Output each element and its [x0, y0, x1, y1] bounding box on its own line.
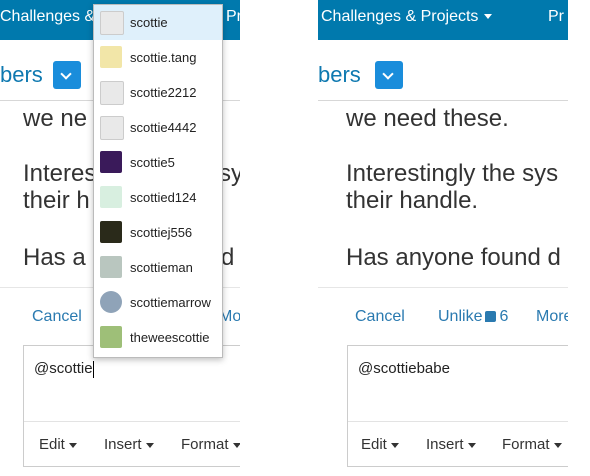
nav-challenges[interactable]: Challenges & Projects	[321, 0, 493, 40]
insert-menu-label: Insert	[426, 436, 464, 453]
chevron-down-icon	[60, 68, 72, 80]
caret-down-icon	[553, 442, 562, 448]
cancel-link[interactable]: Cancel	[355, 308, 405, 326]
right-panel: Challenges & Projects Pr bers we need th…	[318, 0, 568, 476]
post-line-4: Has anyone found d	[346, 244, 561, 271]
left-panel: Challenges & Pr bers we ne Interes sy the…	[0, 0, 240, 476]
edit-menu[interactable]: Edit	[361, 436, 399, 453]
insert-menu-label: Insert	[104, 436, 142, 453]
header-dropdown-button[interactable]	[53, 61, 81, 89]
mention-name: scottie.tang	[130, 50, 197, 65]
caret-down-icon	[145, 442, 154, 448]
mention-item[interactable]: theweescottie	[94, 320, 222, 355]
mention-item[interactable]: scottied124	[94, 180, 222, 215]
nav-projects[interactable]: Pr	[226, 0, 240, 40]
chip-avatar-icon	[100, 186, 122, 208]
post-actions: Cancel Unlike 6 More	[318, 287, 568, 344]
book-avatar-icon	[100, 326, 122, 348]
post-line-4-end: d	[221, 244, 235, 271]
page-header: bers	[318, 40, 568, 101]
mention-suggestions: scottie scottie.tang scottie2212 scottie…	[93, 4, 223, 358]
block-avatar-icon	[100, 256, 122, 278]
post-line-1: we ne	[23, 105, 88, 132]
nav-challenges-label: Challenges &	[0, 8, 96, 25]
caret-down-icon	[390, 442, 399, 448]
top-nav-bar: Challenges & Projects Pr	[318, 0, 568, 40]
mention-item[interactable]: scottie2212	[94, 75, 222, 110]
post-line-2-start: Interes	[23, 160, 97, 187]
editor-value: @scottie	[34, 360, 93, 377]
star-avatar-icon	[100, 151, 122, 173]
format-menu-label: Format	[181, 436, 229, 453]
default-avatar-icon	[100, 81, 124, 105]
mention-name: theweescottie	[130, 330, 210, 345]
mention-item[interactable]: scottiemarrow	[94, 285, 222, 320]
mention-item[interactable]: scottiej556	[94, 215, 222, 250]
mention-name: scottie2212	[130, 85, 197, 100]
mention-item[interactable]: scottieman	[94, 250, 222, 285]
more-link[interactable]: More	[536, 308, 568, 326]
mention-item[interactable]: scottie5	[94, 145, 222, 180]
post-line-3: their h	[23, 187, 90, 214]
post-line-1: we need these.	[346, 105, 509, 132]
caret-down-icon	[467, 442, 476, 448]
insert-menu[interactable]: Insert	[104, 436, 154, 453]
post-line-2: Interes sy	[23, 160, 240, 187]
edit-menu[interactable]: Edit	[39, 436, 77, 453]
mention-item[interactable]: scottie.tang	[94, 40, 222, 75]
mention-name: scottie	[130, 15, 168, 30]
editor-content[interactable]: @scottie	[34, 360, 94, 378]
caret-down-icon	[484, 14, 493, 20]
header-dropdown-button[interactable]	[375, 61, 403, 89]
mention-name: scottied124	[130, 190, 197, 205]
post-line-4-start: Has a	[23, 244, 86, 271]
text-cursor	[92, 360, 94, 378]
post-line-4: Has a d	[23, 244, 234, 271]
mention-name: scottiemarrow	[130, 295, 211, 310]
edit-menu-label: Edit	[361, 436, 387, 453]
globe-avatar-icon	[100, 291, 122, 313]
nav-challenges[interactable]: Challenges &	[0, 0, 95, 40]
caret-down-icon	[232, 442, 240, 448]
mention-name: scottieman	[130, 260, 193, 275]
reply-editor[interactable]: @scottiebabe Edit Insert Format	[347, 345, 568, 467]
default-avatar-icon	[100, 116, 124, 140]
post-line-3: their handle.	[346, 187, 479, 214]
mention-item[interactable]: scottie4442	[94, 110, 222, 145]
nav-challenges-label: Challenges & Projects	[321, 8, 479, 25]
caret-down-icon	[68, 442, 77, 448]
format-menu-label: Format	[502, 436, 550, 453]
mention-name: scottie4442	[130, 120, 197, 135]
editor-toolbar: Edit Insert Format	[24, 421, 240, 466]
nav-projects-label: Pr	[548, 8, 564, 25]
mention-item[interactable]: scottie	[94, 5, 222, 40]
post-line-2: Interestingly the sys	[346, 160, 559, 187]
format-menu[interactable]: Format	[181, 436, 240, 453]
reply-editor[interactable]: @scottie Edit Insert Format	[23, 345, 240, 467]
insert-menu[interactable]: Insert	[426, 436, 476, 453]
mention-name: scottiej556	[130, 225, 193, 240]
editor-toolbar: Edit Insert Format	[348, 421, 568, 466]
format-menu[interactable]: Format	[502, 436, 562, 453]
nav-projects[interactable]: Pr	[548, 0, 564, 40]
page-subtitle: bers	[0, 62, 43, 87]
unlike-label: Unlike	[438, 308, 483, 325]
editor-value: @scottiebabe	[358, 360, 450, 377]
editor-content[interactable]: @scottiebabe	[358, 360, 450, 377]
page-subtitle: bers	[318, 62, 361, 87]
edit-menu-label: Edit	[39, 436, 65, 453]
unlike-button[interactable]: Unlike 6	[438, 308, 508, 326]
dog-avatar-icon	[100, 46, 122, 68]
like-count: 6	[499, 308, 509, 325]
photo-avatar-icon	[100, 221, 122, 243]
thumbs-up-icon	[485, 311, 497, 323]
default-avatar-icon	[100, 11, 124, 35]
chevron-down-icon	[382, 68, 394, 80]
nav-projects-label: Pr	[226, 8, 240, 25]
cancel-link[interactable]: Cancel	[32, 308, 82, 326]
mention-name: scottie5	[130, 155, 175, 170]
